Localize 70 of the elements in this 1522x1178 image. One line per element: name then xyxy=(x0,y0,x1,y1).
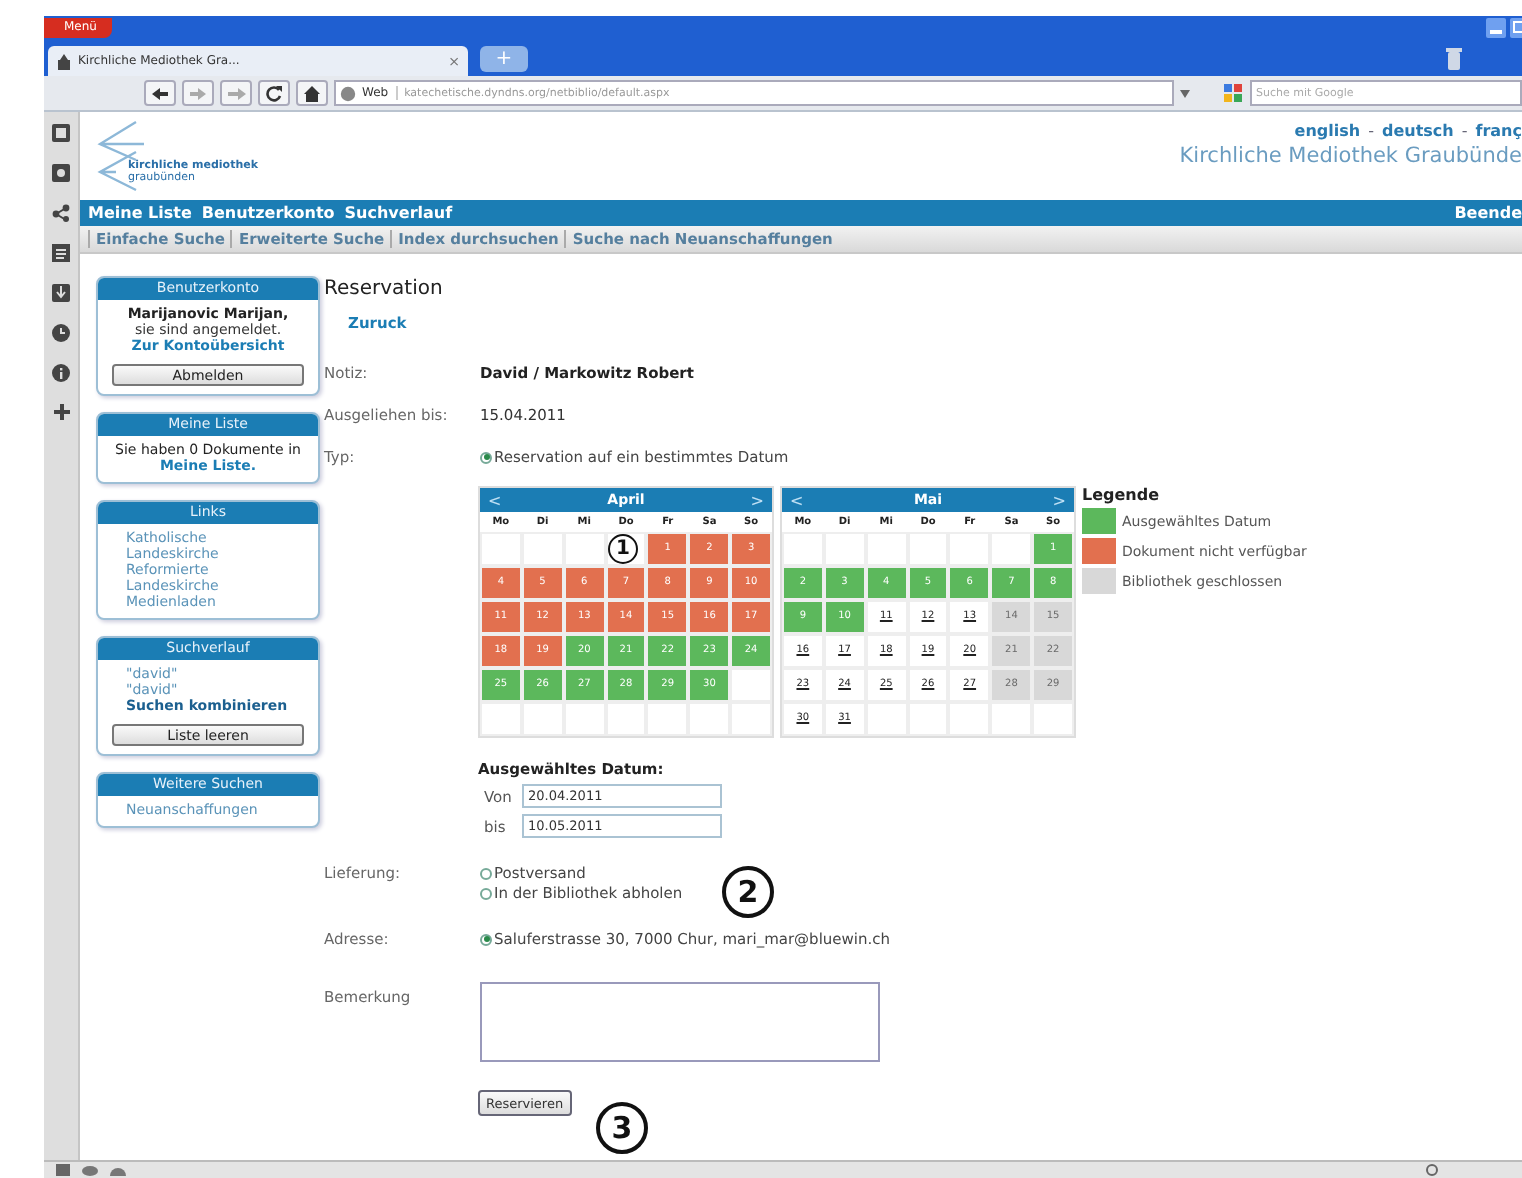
empty-day-cell xyxy=(865,702,908,736)
empty-day-cell xyxy=(521,702,564,736)
google-icon[interactable] xyxy=(1224,84,1244,102)
settings-icon[interactable] xyxy=(52,164,70,182)
radio-button[interactable] xyxy=(480,451,492,463)
nav-link[interactable]: Benutzerkonto xyxy=(201,204,335,222)
back-arrow-icon xyxy=(152,87,168,99)
callout-number: 2 xyxy=(722,866,774,918)
language-link[interactable]: franç xyxy=(1475,122,1522,140)
empty-day-cell xyxy=(948,702,991,736)
church-icon xyxy=(56,53,72,69)
plus-icon[interactable] xyxy=(53,404,69,420)
panel-toggle-icon[interactable] xyxy=(56,1164,70,1176)
forward-arrow-icon xyxy=(190,87,206,99)
previous-month-button[interactable]: < xyxy=(790,491,804,509)
empty-day-cell xyxy=(605,702,647,736)
home-icon xyxy=(304,85,320,101)
empty-day-cell xyxy=(782,532,824,566)
language-link[interactable]: deutsch xyxy=(1381,122,1454,140)
nav-link[interactable]: Beende xyxy=(1454,204,1522,222)
back-button[interactable] xyxy=(144,80,176,106)
nav-link[interactable]: Suchverlauf xyxy=(344,204,453,222)
previous-month-button[interactable]: < xyxy=(488,491,502,509)
caret-icon[interactable] xyxy=(1180,89,1190,97)
download-icon[interactable] xyxy=(52,284,70,302)
empty-day-cell xyxy=(688,702,731,736)
remark-field[interactable] xyxy=(480,982,880,1062)
empty-day-cell xyxy=(521,532,564,566)
share-icon[interactable] xyxy=(52,204,70,222)
empty-day-cell xyxy=(948,532,991,566)
home-button[interactable] xyxy=(296,80,328,106)
new-tab-button[interactable]: + xyxy=(480,46,528,72)
separator-text: - xyxy=(1461,122,1468,140)
empty-day-cell xyxy=(823,532,866,566)
speed-icon[interactable] xyxy=(110,1164,126,1176)
info-icon[interactable] xyxy=(52,364,70,382)
empty-day-cell xyxy=(480,702,522,736)
radio-button[interactable] xyxy=(480,933,492,945)
zoom-icon[interactable] xyxy=(1426,1164,1442,1176)
notes-icon[interactable] xyxy=(52,244,70,262)
page-title: Reservation xyxy=(324,278,443,300)
site-title: Kirchliche Mediothek Graubünde xyxy=(1179,144,1522,168)
empty-day-cell xyxy=(865,532,908,566)
empty-day-cell xyxy=(563,702,606,736)
empty-day-cell xyxy=(1032,702,1074,736)
empty-day-cell xyxy=(907,702,949,736)
bookmark-icon[interactable] xyxy=(52,124,70,142)
reload-icon xyxy=(266,85,282,101)
nav-link[interactable]: Meine Liste xyxy=(88,204,192,222)
empty-day-cell xyxy=(990,702,1033,736)
next-month-button[interactable]: > xyxy=(750,491,764,509)
next-month-button[interactable]: > xyxy=(1052,491,1066,509)
separator-text: - xyxy=(1368,122,1374,140)
reload-button[interactable] xyxy=(258,80,290,106)
trash-icon[interactable] xyxy=(1446,48,1462,70)
empty-day-cell xyxy=(646,702,689,736)
empty-day-cell xyxy=(480,532,522,566)
cloud-icon[interactable] xyxy=(82,1164,98,1176)
minimize-icon[interactable] xyxy=(1486,18,1506,38)
fast-forward-icon xyxy=(227,87,245,99)
radio-button[interactable] xyxy=(480,887,492,899)
empty-day-cell xyxy=(730,702,772,736)
language-link[interactable]: english xyxy=(1294,122,1361,140)
empty-day-cell xyxy=(907,532,949,566)
globe-icon xyxy=(340,85,356,101)
clock-icon[interactable] xyxy=(52,324,70,342)
callout-number: 3 xyxy=(596,1102,648,1154)
legend-title: Legende xyxy=(1082,486,1162,504)
maximize-icon[interactable] xyxy=(1510,18,1522,38)
radio-button[interactable] xyxy=(480,867,492,879)
